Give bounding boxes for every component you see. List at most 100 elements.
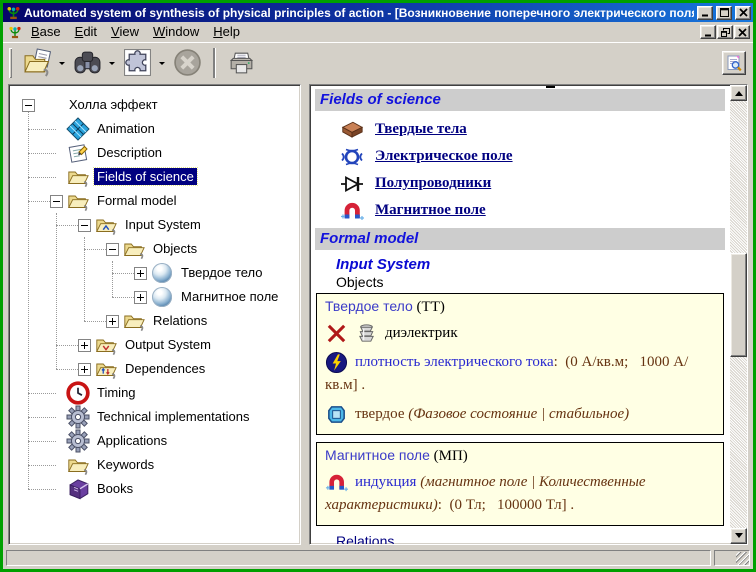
toolbar-open-dropdown[interactable] xyxy=(56,45,68,81)
panel-splitter[interactable] xyxy=(301,84,309,545)
book-icon xyxy=(66,478,90,500)
tree-item-dependences[interactable]: Dependences xyxy=(11,357,298,381)
minimize-button[interactable] xyxy=(697,6,713,20)
tree-item-timing[interactable]: Timing xyxy=(11,381,298,405)
tree-expander-minus[interactable] xyxy=(50,195,63,208)
tree-expander-minus[interactable] xyxy=(78,219,91,232)
toolbar-grip[interactable] xyxy=(9,48,12,78)
scroll-down-button[interactable] xyxy=(730,528,747,544)
mdi-close-button[interactable] xyxy=(734,25,750,39)
menu-item-help[interactable]: Help xyxy=(206,23,247,41)
mdi-minimize-button[interactable] xyxy=(700,25,716,39)
content-line-relations: Relations xyxy=(336,533,728,544)
tree-item-холла-эффект[interactable]: Холла эффект xyxy=(11,93,298,117)
science-field-link-магнитное-поле[interactable]: Магнитное поле xyxy=(375,202,486,219)
property-text: (Фазовое состояние | стабильное) xyxy=(408,406,629,422)
toolbar-separator xyxy=(213,48,215,78)
menu-item-window[interactable]: Window xyxy=(146,23,206,41)
menu-item-edit[interactable]: Edit xyxy=(68,23,104,41)
tree-expander-plus[interactable] xyxy=(78,339,91,352)
toolbar-search-dropdown[interactable] xyxy=(106,45,118,81)
toolbar-open-button[interactable] xyxy=(18,45,56,81)
tree-item-label: Input System xyxy=(122,216,204,233)
tree-item-technical-implementations[interactable]: Technical implementations xyxy=(11,405,298,429)
project-tree: Холла эффектAnimation Description Fields o… xyxy=(11,87,298,542)
content-panel: Fields of scienceТвердые телаЭлектрическ… xyxy=(309,84,748,545)
tree-connector xyxy=(28,465,56,466)
tree-item-animation[interactable]: Animation xyxy=(11,117,298,141)
tree-item-books[interactable]: Books xyxy=(11,477,298,501)
puzzle-icon xyxy=(123,48,152,77)
toolbar xyxy=(3,42,753,82)
tree-expander-minus[interactable] xyxy=(106,243,119,256)
science-field-link-полупроводники[interactable]: Полупроводники xyxy=(375,175,491,192)
tree-item-keywords[interactable]: Keywords xyxy=(11,453,298,477)
folder-output-icon xyxy=(94,334,118,356)
window-title: Automated system of synthesis of physica… xyxy=(24,6,694,20)
property-text: твердое xyxy=(355,406,408,422)
tree-item-formal-model[interactable]: Formal model xyxy=(11,189,298,213)
tree-expander-plus[interactable] xyxy=(134,267,147,280)
toolbar-stop-button[interactable] xyxy=(168,45,206,81)
printer-icon xyxy=(227,48,256,77)
lightning-icon xyxy=(325,351,348,374)
tree-item-label: Description xyxy=(94,144,165,161)
open-folder-icon xyxy=(23,48,52,77)
menu-item-view[interactable]: View xyxy=(104,23,146,41)
toolbar-print-button[interactable] xyxy=(222,45,260,81)
toolbar-synthesis-dropdown[interactable] xyxy=(156,45,168,81)
vertical-scrollbar[interactable] xyxy=(730,85,747,544)
clock-icon xyxy=(66,381,90,405)
mdi-restore-button[interactable] xyxy=(717,25,733,39)
diode-icon xyxy=(340,172,364,196)
scroll-up-button[interactable] xyxy=(730,85,747,101)
tree-expander-plus[interactable] xyxy=(78,363,91,376)
tree-item-objects[interactable]: Objects xyxy=(11,237,298,261)
tree-item-твердое-тело[interactable]: Твердое тело xyxy=(11,261,298,285)
science-field-link-твердые-тела[interactable]: Твердые тела xyxy=(375,121,467,138)
property-link[interactable]: индукция xyxy=(355,474,420,490)
resize-grip[interactable] xyxy=(736,552,749,565)
toolbar-preview-button[interactable] xyxy=(722,51,746,75)
object-name[interactable]: Твердое тело xyxy=(325,298,413,314)
science-field-row: Твердые тела xyxy=(338,116,728,143)
tree-item-description[interactable]: Description xyxy=(11,141,298,165)
description-note-icon xyxy=(66,141,90,165)
document-view: Fields of scienceТвердые телаЭлектрическ… xyxy=(310,85,730,544)
tree-item-applications[interactable]: Applications xyxy=(11,429,298,453)
tree-item-input-system[interactable]: Input System xyxy=(11,213,298,237)
tree-expander-plus[interactable] xyxy=(134,291,147,304)
link-icon-slot xyxy=(338,172,366,196)
sphere-icon xyxy=(152,263,172,283)
folder-icon xyxy=(66,190,90,212)
maximize-button[interactable] xyxy=(716,6,732,20)
app-icon[interactable] xyxy=(6,5,21,20)
tree-item-label: Fields of science xyxy=(94,168,197,185)
magnet-icon xyxy=(340,199,364,223)
science-field-link-электрическое-поле[interactable]: Электрическое поле xyxy=(375,148,513,165)
mdi-child-icon[interactable] xyxy=(6,24,23,40)
tree-icon-slot xyxy=(65,117,91,141)
object-abbreviation: (МП) xyxy=(430,448,468,464)
gem-icon xyxy=(325,403,348,426)
menu-item-base[interactable]: Base xyxy=(24,23,68,41)
tree-expander-plus[interactable] xyxy=(106,315,119,328)
scroll-thumb[interactable] xyxy=(730,253,747,357)
brick-icon xyxy=(340,119,364,139)
tree-connector xyxy=(28,441,56,442)
object-name[interactable]: Магнитное поле xyxy=(325,447,430,463)
section-header-formal-model: Formal model xyxy=(315,228,725,250)
tree-item-relations[interactable]: Relations xyxy=(11,309,298,333)
tree-item-label: Formal model xyxy=(94,192,179,209)
property-link[interactable]: плотность электрического тока xyxy=(355,354,554,370)
status-bar xyxy=(3,548,753,569)
tree-item-output-system[interactable]: Output System xyxy=(11,333,298,357)
tree-expander-minus[interactable] xyxy=(22,99,35,112)
toolbar-synthesis-button[interactable] xyxy=(118,45,156,81)
tree-icon-slot xyxy=(93,357,119,381)
tree-icon-slot xyxy=(65,405,91,429)
tree-item-fields-of-science[interactable]: Fields of science xyxy=(11,165,298,189)
toolbar-search-button[interactable] xyxy=(68,45,106,81)
close-button[interactable] xyxy=(735,6,751,20)
tree-item-магнитное-поле[interactable]: Магнитное поле xyxy=(11,285,298,309)
